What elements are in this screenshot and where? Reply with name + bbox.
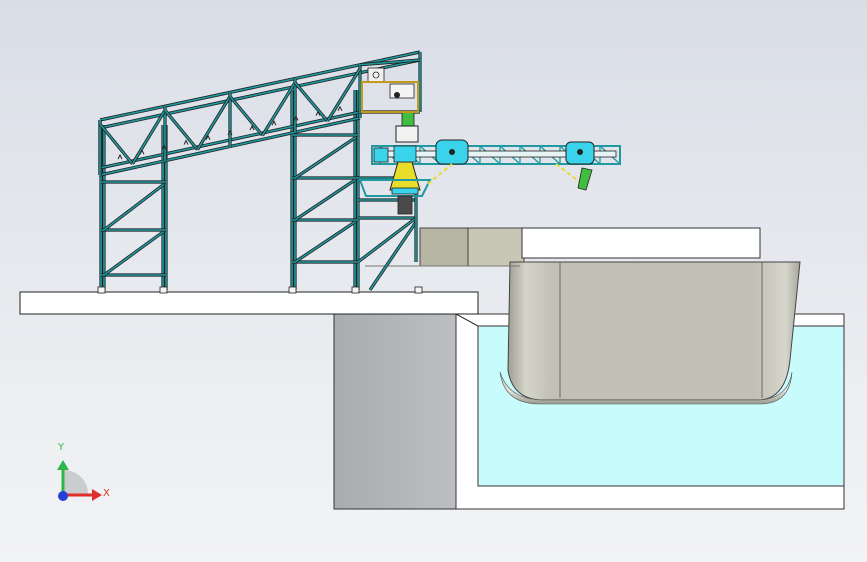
coordinate-triad xyxy=(57,460,102,501)
slew-bearing xyxy=(391,187,419,195)
foot-pad xyxy=(414,286,423,294)
foot-pad xyxy=(351,286,360,294)
hull-upper-white xyxy=(521,227,761,259)
diagonal-strut xyxy=(357,217,417,263)
tower-brace xyxy=(294,179,356,221)
idler-roller xyxy=(117,153,123,160)
boom-diagonal xyxy=(229,95,264,136)
y-axis-label: Y xyxy=(58,442,65,453)
hull-body xyxy=(507,261,801,401)
diagonal-strut xyxy=(369,221,417,291)
foot-pad xyxy=(159,286,168,294)
gearbox xyxy=(389,83,415,99)
idler-roller xyxy=(183,139,189,145)
tie-rod-left xyxy=(427,163,453,185)
hopper-support xyxy=(393,145,417,163)
tie-rod-right xyxy=(555,163,581,183)
x-axis-label: X xyxy=(103,488,110,499)
z-axis-dot xyxy=(58,491,68,501)
triad-rotation-arc xyxy=(63,469,89,495)
boom-diagonal xyxy=(294,82,329,122)
conveyor-assembly xyxy=(358,111,621,215)
feed-box xyxy=(395,125,419,143)
hull-deck-block-dark xyxy=(419,227,469,267)
pier-deck xyxy=(19,291,479,315)
tower-brace xyxy=(103,184,164,231)
ship-loader-assembly-view xyxy=(19,50,845,510)
pedestal xyxy=(397,195,413,215)
drive-head-left xyxy=(373,147,389,163)
tower-brace xyxy=(103,231,164,276)
quay-wall xyxy=(333,313,457,510)
feed-chute xyxy=(401,111,415,127)
cad-viewport[interactable]: Y X xyxy=(0,0,867,562)
foot-pad xyxy=(97,286,106,294)
hopper xyxy=(389,161,421,191)
boom-diagonal xyxy=(164,109,199,151)
steel-frame-structure xyxy=(97,50,423,294)
foot-pad xyxy=(288,286,297,294)
idler-roller xyxy=(337,105,343,112)
motor-box xyxy=(367,67,385,83)
tower-brace xyxy=(294,221,356,263)
boom-head xyxy=(361,67,419,113)
tower-brace xyxy=(294,137,356,179)
discharge-spout xyxy=(577,167,593,191)
